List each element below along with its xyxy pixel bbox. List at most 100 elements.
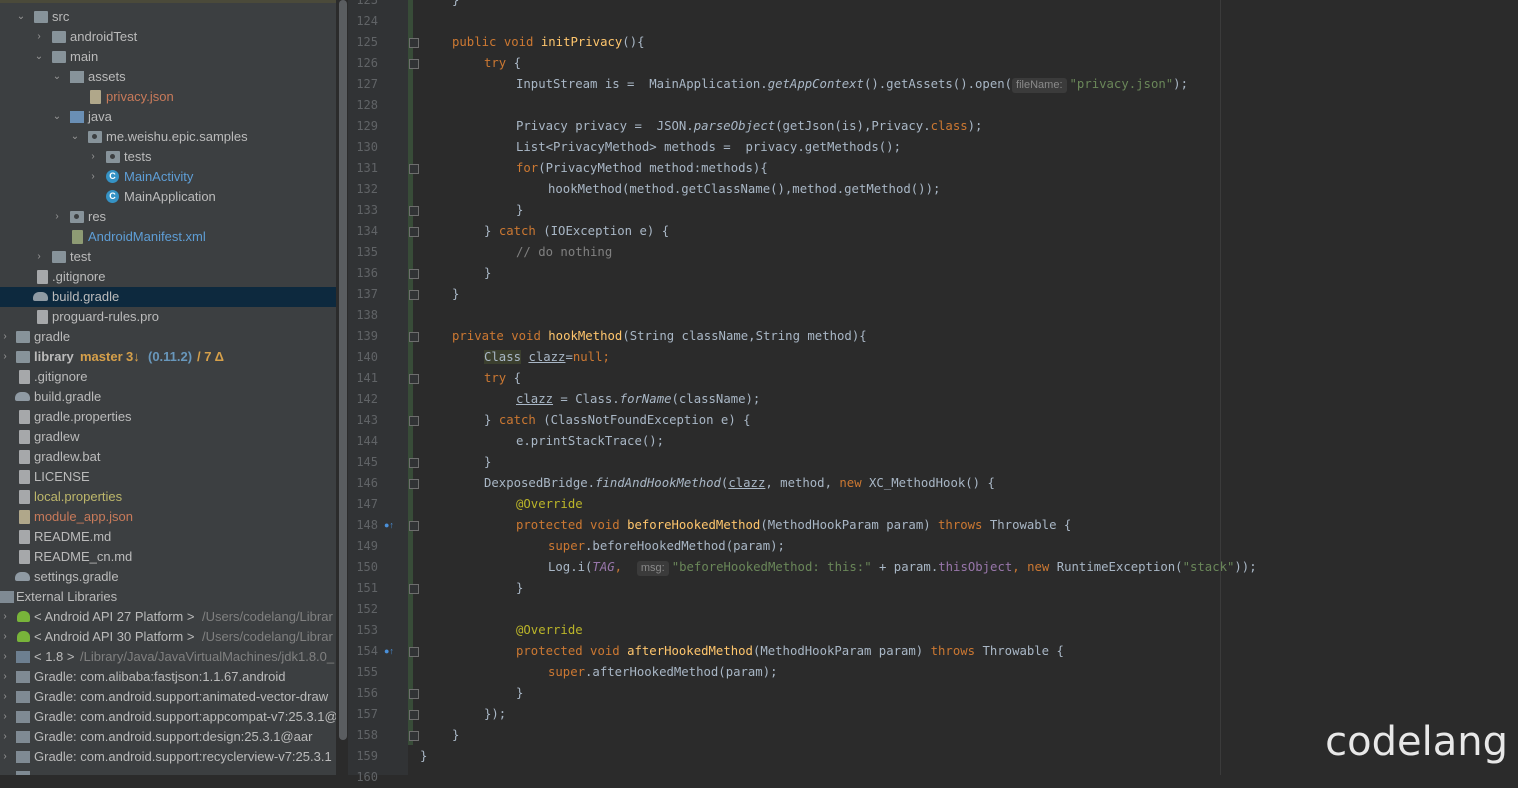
library-icon [16,711,30,723]
tree-row-gitignore-root[interactable]: .gitignore [0,367,336,387]
tree-row-external-libraries[interactable]: External Libraries [0,587,336,607]
tree-row-module-app-json[interactable]: module_app.json [0,507,336,527]
tree-row-build-gradle-selected[interactable]: build.gradle [0,287,336,307]
chevron-right-icon[interactable]: › [0,327,10,347]
android-icon [17,631,30,642]
tree-row-gradle-dir[interactable]: › gradle [0,327,336,347]
tree-row-gitignore[interactable]: .gitignore [0,267,336,287]
tree-row-lib-appcompat[interactable]: › Gradle: com.android.support:appcompat-… [0,707,336,727]
tree-row-android-api-27[interactable]: › < Android API 27 Platform > /Users/cod… [0,607,336,627]
tree-label: External Libraries [16,589,118,604]
override-marker-icon[interactable]: ●↑ [384,520,394,530]
tree-row-android-api-30[interactable]: › < Android API 30 Platform > /Users/cod… [0,627,336,647]
chevron-down-icon[interactable]: ⌄ [70,127,80,147]
tree-row-proguard[interactable]: proguard-rules.pro [0,307,336,327]
tree-label: module_app.json [34,509,134,524]
chevron-right-icon[interactable]: › [0,627,10,647]
watermark: codelang [1325,719,1508,765]
fold-toggle-icon[interactable] [409,647,419,657]
fold-toggle-icon[interactable] [409,521,419,531]
tree-label: LICENSE [34,469,90,484]
tree-row-res[interactable]: › res [0,207,336,227]
line-number: 139 [356,329,378,343]
chevron-right-icon[interactable]: › [0,607,10,627]
fold-toggle-icon[interactable] [409,689,419,699]
fold-toggle-icon[interactable] [409,227,419,237]
chevron-right-icon[interactable]: › [34,27,44,47]
tree-row-lib-design[interactable]: › Gradle: com.android.support:design:25.… [0,727,336,747]
chevron-right-icon[interactable]: › [0,647,10,667]
fold-toggle-icon[interactable] [409,374,419,384]
tree-row-java[interactable]: ⌄ java [0,107,336,127]
vcs-change-marker[interactable] [408,0,413,745]
chevron-right-icon[interactable]: › [0,347,10,367]
fold-toggle-icon[interactable] [409,290,419,300]
tree-row-license[interactable]: LICENSE [0,467,336,487]
tree-row-mainapplication[interactable]: C MainApplication [0,187,336,207]
tree-row-src[interactable]: ⌄ src [0,7,336,27]
code-line: private void hookMethod(String className… [452,329,867,343]
fold-toggle-icon[interactable] [409,710,419,720]
chevron-right-icon[interactable]: › [0,707,10,727]
tree-label: gradlew [34,429,80,444]
tree-row-test[interactable]: › test [0,247,336,267]
line-number: 160 [356,770,378,784]
git-changes: / 7 Δ [197,349,224,364]
chevron-right-icon[interactable]: › [0,667,10,687]
tree-row-mainactivity[interactable]: › C MainActivity [0,167,336,187]
tree-row-tests[interactable]: › tests [0,147,336,167]
tree-row-jdk[interactable]: › < 1.8 > /Library/Java/JavaVirtualMachi… [0,647,336,667]
chevron-right-icon[interactable]: › [0,747,10,767]
line-number: 158 [356,728,378,742]
folder-icon [34,11,48,23]
chevron-right-icon[interactable]: › [0,687,10,707]
tree-row-main[interactable]: ⌄ main [0,47,336,67]
file-icon [19,450,30,464]
chevron-down-icon[interactable]: ⌄ [52,107,62,127]
tree-row-local-properties[interactable]: local.properties [0,487,336,507]
tree-row-settings-gradle[interactable]: settings.gradle [0,567,336,587]
tree-row-manifest[interactable]: AndroidManifest.xml [0,227,336,247]
file-icon [37,310,48,324]
chevron-down-icon[interactable]: ⌄ [34,47,44,67]
fold-toggle-icon[interactable] [409,38,419,48]
fold-toggle-icon[interactable] [409,332,419,342]
chevron-down-icon[interactable]: ⌄ [16,7,26,27]
tree-row-gradlew[interactable]: gradlew [0,427,336,447]
tree-row-lib-animated-vector[interactable]: › Gradle: com.android.support:animated-v… [0,687,336,707]
chevron-down-icon[interactable]: ⌄ [52,67,62,87]
fold-toggle-icon[interactable] [409,731,419,741]
fold-toggle-icon[interactable] [409,416,419,426]
fold-toggle-icon[interactable] [409,269,419,279]
tree-row-lib-partial[interactable] [0,767,336,775]
chevron-right-icon[interactable]: › [88,167,98,187]
sidebar-scrollbar[interactable] [339,0,347,740]
fold-toggle-icon[interactable] [409,458,419,468]
line-number: 159 [356,749,378,763]
tree-row-gradle-properties[interactable]: gradle.properties [0,407,336,427]
fold-toggle-icon[interactable] [409,59,419,69]
chevron-right-icon[interactable]: › [88,147,98,167]
code-line: } [516,203,524,217]
tree-row-readme[interactable]: README.md [0,527,336,547]
chevron-right-icon[interactable]: › [0,727,10,747]
tree-row-build-gradle-root[interactable]: build.gradle [0,387,336,407]
override-marker-icon[interactable]: ●↑ [384,646,394,656]
fold-toggle-icon[interactable] [409,479,419,489]
tree-row-package[interactable]: ⌄ me.weishu.epic.samples [0,127,336,147]
package-icon [88,131,102,143]
chevron-right-icon[interactable]: › [34,247,44,267]
tree-row-gradlew-bat[interactable]: gradlew.bat [0,447,336,467]
tree-row-androidTest[interactable]: › androidTest [0,27,336,47]
tree-row-readme-cn[interactable]: README_cn.md [0,547,336,567]
fold-toggle-icon[interactable] [409,164,419,174]
tree-row-build[interactable] [0,0,336,3]
tree-row-lib-recyclerview[interactable]: › Gradle: com.android.support:recyclervi… [0,747,336,767]
tree-row-privacy-json[interactable]: privacy.json [0,87,336,107]
tree-row-lib-fastjson[interactable]: › Gradle: com.alibaba:fastjson:1.1.67.an… [0,667,336,687]
fold-toggle-icon[interactable] [409,584,419,594]
tree-row-library[interactable]: › library master 3↓ (0.11.2) / 7 Δ [0,347,336,367]
fold-toggle-icon[interactable] [409,206,419,216]
chevron-right-icon[interactable]: › [52,207,62,227]
tree-row-assets[interactable]: ⌄ assets [0,67,336,87]
